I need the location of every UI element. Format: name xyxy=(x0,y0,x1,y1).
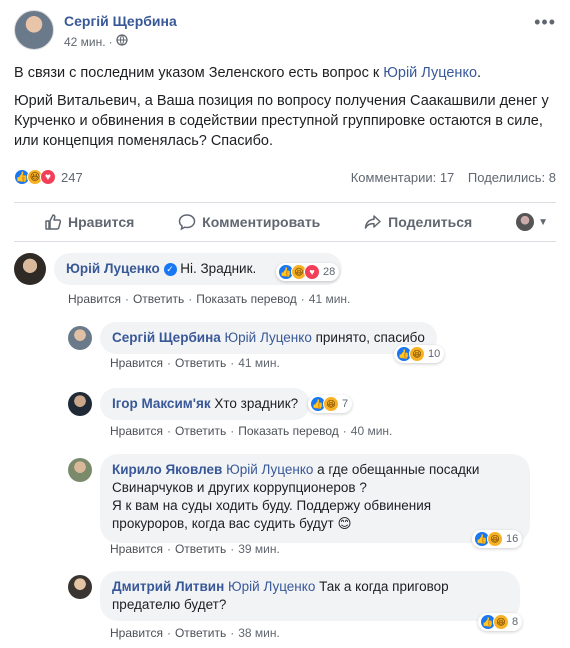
more-options-icon[interactable]: ••• xyxy=(534,12,556,33)
post-text-period: . xyxy=(477,65,482,81)
reaction-count: 7 xyxy=(342,398,349,410)
commenter-name[interactable]: Ігор Максим'як xyxy=(112,396,211,411)
reaction-count: 28 xyxy=(323,266,336,278)
post-text-line: В связи с последним указом Зеленского ес… xyxy=(14,65,384,81)
post-as-selector[interactable]: ▼ xyxy=(516,213,548,231)
shares-count[interactable]: Поделились: 8 xyxy=(468,170,556,185)
comment-actions: Нравится · Ответить · Показать перевод · 40 ми… xyxy=(110,424,393,438)
share-label: Поделиться xyxy=(388,214,473,230)
commenter-avatar[interactable] xyxy=(68,392,92,416)
share-button[interactable]: Поделиться xyxy=(364,213,472,231)
haha-reaction-icon: 😆 xyxy=(487,531,503,547)
comment-bubble: Ігор Максим'як Хто зрадник? xyxy=(100,388,311,420)
comment-text: Свинарчуков и других коррупционеров ? xyxy=(112,480,367,495)
commenter-name[interactable]: Кирило Яковлев xyxy=(112,462,222,477)
action-bar: Нравится Комментировать Поделиться ▼ xyxy=(14,202,556,242)
verified-badge-icon: ✓ xyxy=(163,263,177,276)
reaction-count: 247 xyxy=(61,169,83,185)
commenter-avatar[interactable] xyxy=(68,458,92,482)
like-button[interactable]: Нравится xyxy=(44,213,134,231)
comment-bubble: Дмитрий Литвин Юрій Луценко Так а когда … xyxy=(100,571,520,621)
commenter-name[interactable]: Юрій Луценко xyxy=(66,261,160,276)
comment-actions: Нравится · Ответить · Показать перевод · 41 ми… xyxy=(68,292,351,306)
reply-item: Дмитрий Литвин Юрій Луценко Так а когда … xyxy=(68,571,520,621)
post-body: В связи с последним указом Зеленского ес… xyxy=(14,63,556,159)
reaction-count: 8 xyxy=(512,616,519,628)
comment-time[interactable]: 38 мин. xyxy=(238,626,280,640)
commenter-avatar[interactable] xyxy=(68,575,92,599)
comment-reply-link[interactable]: Ответить xyxy=(175,626,226,640)
author-name[interactable]: Сергій Щербина xyxy=(64,12,177,30)
commenter-name[interactable]: Сергій Щербина xyxy=(112,330,221,345)
show-translation-link[interactable]: Показать перевод xyxy=(196,292,297,306)
comment-reply-link[interactable]: Ответить xyxy=(175,542,226,556)
reply-item: Ігор Максим'як Хто зрадник? xyxy=(68,388,311,420)
comment-actions: Нравится · Ответить · 39 мин. xyxy=(110,542,280,556)
mention-link[interactable]: Юрій Луценко xyxy=(383,65,477,81)
comment-reactions[interactable]: 👍 😆 10 xyxy=(394,345,445,363)
show-translation-link[interactable]: Показать перевод xyxy=(238,424,339,438)
post-text-paragraph: Юрий Витальевич, а Ваша позиция по вопро… xyxy=(14,93,549,149)
commenter-avatar[interactable] xyxy=(68,326,92,350)
comment-text: принято, спасибо xyxy=(311,330,425,345)
comment-bubble: Сергій Щербина Юрій Луценко принято, спа… xyxy=(100,322,437,354)
reaction-count: 10 xyxy=(428,348,441,360)
reaction-count: 16 xyxy=(506,533,519,545)
comment-reactions[interactable]: 👍 😆 16 xyxy=(472,530,523,548)
haha-reaction-icon: 😆 xyxy=(493,614,509,630)
commenter-avatar[interactable] xyxy=(14,253,46,285)
comment-reactions[interactable]: 👍 😆 8 xyxy=(478,613,523,631)
post-time[interactable]: 42 мин. xyxy=(64,33,106,51)
chevron-down-icon: ▼ xyxy=(538,216,548,228)
comment-label: Комментировать xyxy=(202,214,321,230)
reply-item: Сергій Щербина Юрій Луценко принято, спа… xyxy=(68,322,437,354)
viewer-avatar xyxy=(516,213,535,231)
thumbs-up-icon xyxy=(45,214,62,230)
comment-reactions[interactable]: 👍 😆 7 xyxy=(308,395,353,413)
comment-time[interactable]: 41 мин. xyxy=(309,292,351,306)
share-icon xyxy=(364,215,381,229)
comment-reactions[interactable]: 👍 😆 ♥ 28 xyxy=(276,263,340,281)
comment-reply-link[interactable]: Ответить xyxy=(175,356,226,370)
comment-text: Так а когда приговор xyxy=(315,579,449,594)
reactions-bar: 👍 😆 ♥ 247 Комментарии: 17 Поделились: 8 xyxy=(14,166,556,188)
comment-button[interactable]: Комментировать xyxy=(178,213,320,231)
commenter-name[interactable]: Дмитрий Литвин xyxy=(112,579,224,594)
comment-actions: Нравится · Ответить · 41 мин. xyxy=(110,356,280,370)
haha-reaction-icon: 😆 xyxy=(409,346,425,362)
comment-text: прокуроров, когда вас судить будут xyxy=(112,516,334,531)
comment-time[interactable]: 41 мин. xyxy=(238,356,280,370)
comment-bubble: Кирило Яковлев Юрій Луценко а где обещан… xyxy=(100,454,530,543)
comment-like-link[interactable]: Нравится xyxy=(110,542,163,556)
comments-count[interactable]: Комментарии: 17 xyxy=(351,170,455,185)
mention-link[interactable]: Юрій Луценко xyxy=(228,579,315,594)
reply-item: Кирило Яковлев Юрій Луценко а где обещан… xyxy=(68,454,530,543)
mention-link[interactable]: Юрій Луценко xyxy=(226,462,313,477)
comment-like-link[interactable]: Нравится xyxy=(110,626,163,640)
comment-like-link[interactable]: Нравится xyxy=(68,292,121,306)
mention-link[interactable]: Юрій Луценко xyxy=(225,330,312,345)
smile-emoji: 😊 xyxy=(337,516,352,531)
comment-text: Ні. Зрадник. xyxy=(180,261,257,276)
comment-reply-link[interactable]: Ответить xyxy=(175,424,226,438)
comment-icon xyxy=(178,214,196,231)
comment-text: Хто зрадник? xyxy=(214,396,299,411)
comment-time[interactable]: 39 мин. xyxy=(238,542,280,556)
comment-text: предателю будет? xyxy=(112,597,227,612)
comment-reply-link[interactable]: Ответить xyxy=(133,292,184,306)
comment-time[interactable]: 40 мин. xyxy=(351,424,393,438)
haha-reaction-icon: 😆 xyxy=(323,396,339,412)
comment-text: Я к вам на суды ходить буду. Поддержу об… xyxy=(112,498,432,513)
comment-like-link[interactable]: Нравится xyxy=(110,424,163,438)
love-reaction-icon: ♥ xyxy=(304,264,320,280)
comment-actions: Нравится · Ответить · 38 мин. xyxy=(110,626,280,640)
author-avatar[interactable] xyxy=(14,10,54,50)
reaction-summary[interactable]: 👍 😆 ♥ 247 xyxy=(14,169,83,185)
love-reaction-icon: ♥ xyxy=(40,169,56,185)
like-label: Нравится xyxy=(68,214,135,230)
post-header: Сергій Щербина 42 мин. · xyxy=(14,10,177,51)
comment-like-link[interactable]: Нравится xyxy=(110,356,163,370)
globe-icon xyxy=(115,33,128,51)
comment-text: а где обещанные посадки xyxy=(313,462,480,477)
